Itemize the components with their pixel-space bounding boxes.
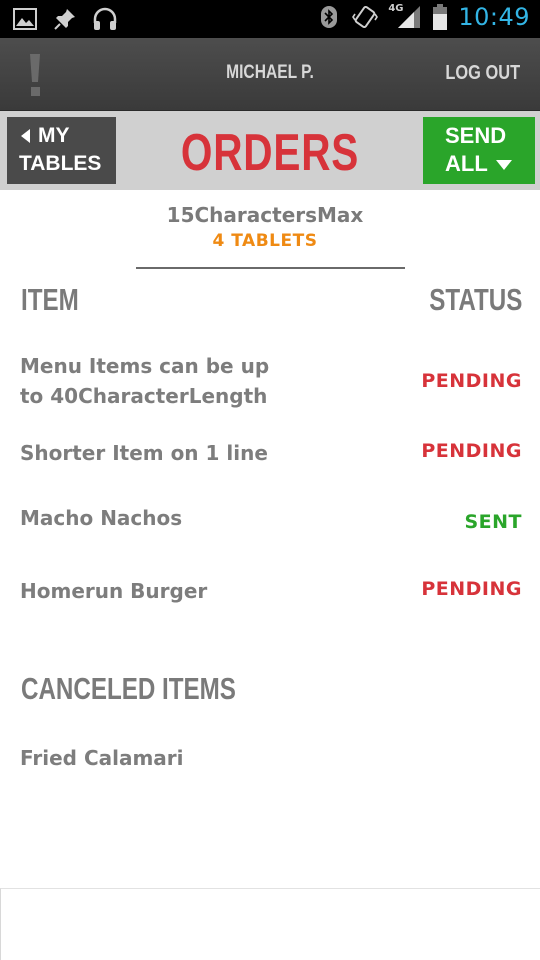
canceled-item-row[interactable]: Fried Calamari	[0, 743, 540, 775]
send-all-label-line1: SEND	[445, 123, 507, 148]
image-icon	[12, 5, 38, 33]
order-item-name: Shorter Item on 1 line	[20, 441, 268, 465]
bluetooth-icon	[316, 3, 342, 31]
order-row[interactable]: Macho Nachos SENT	[0, 503, 540, 535]
headphones-icon	[92, 5, 118, 33]
logout-button[interactable]: LOG OUT	[445, 62, 520, 85]
order-row[interactable]: Homerun Burger PENDING	[0, 576, 540, 608]
order-status: SENT	[464, 511, 522, 533]
chevron-down-icon	[495, 160, 512, 170]
alert-icon[interactable]	[26, 52, 46, 98]
order-status: PENDING	[421, 440, 522, 462]
order-status: PENDING	[421, 578, 522, 600]
divider	[136, 267, 405, 269]
column-header-item: ITEM	[21, 282, 79, 317]
order-item-name: Homerun Burger	[20, 579, 208, 603]
order-item-name: Macho Nachos	[20, 506, 183, 530]
status-bar-system: 4G 10:49	[316, 3, 530, 31]
my-tables-label-line1: MY	[38, 124, 70, 147]
status-bar-notifications	[12, 5, 118, 33]
battery-icon	[432, 3, 448, 31]
app-bar: MICHAEL P. LOG OUT	[0, 38, 540, 111]
my-tables-label-line2: TABLES	[19, 152, 102, 175]
page-title: ORDERS	[180, 124, 360, 182]
send-all-label-line2: ALL	[445, 151, 488, 176]
order-status: PENDING	[421, 370, 522, 392]
send-all-button[interactable]: SEND ALL	[423, 117, 535, 184]
order-item-line2: to 40CharacterLength	[20, 384, 268, 408]
table-name: 15CharactersMax	[166, 203, 364, 227]
network-type-label: 4G	[388, 3, 404, 14]
clock: 10:49	[458, 3, 530, 31]
status-bar: 4G 10:49	[0, 0, 540, 38]
order-row[interactable]: Menu Items can be up to 40CharacterLengt…	[0, 351, 540, 413]
my-tables-button[interactable]: MY TABLES	[7, 117, 116, 184]
back-arrow-icon	[21, 129, 30, 143]
tablet-count: 4 TABLETS	[212, 231, 318, 251]
order-row[interactable]: Shorter Item on 1 line PENDING	[0, 438, 540, 470]
user-name: MICHAEL P.	[226, 62, 314, 83]
signal-icon: 4G	[388, 3, 422, 31]
order-item-name: Menu Items can be up to 40CharacterLengt…	[20, 351, 320, 411]
column-header-status: STATUS	[428, 282, 522, 317]
bottom-area	[0, 888, 540, 960]
pin-icon	[52, 5, 78, 33]
canceled-item-name: Fried Calamari	[20, 746, 184, 770]
orders-header: MY TABLES ORDERS SEND ALL	[0, 111, 540, 190]
vibrate-icon	[352, 3, 379, 31]
canceled-items-heading: CANCELED ITEMS	[21, 671, 236, 706]
order-item-line1: Menu Items can be up	[20, 354, 270, 378]
